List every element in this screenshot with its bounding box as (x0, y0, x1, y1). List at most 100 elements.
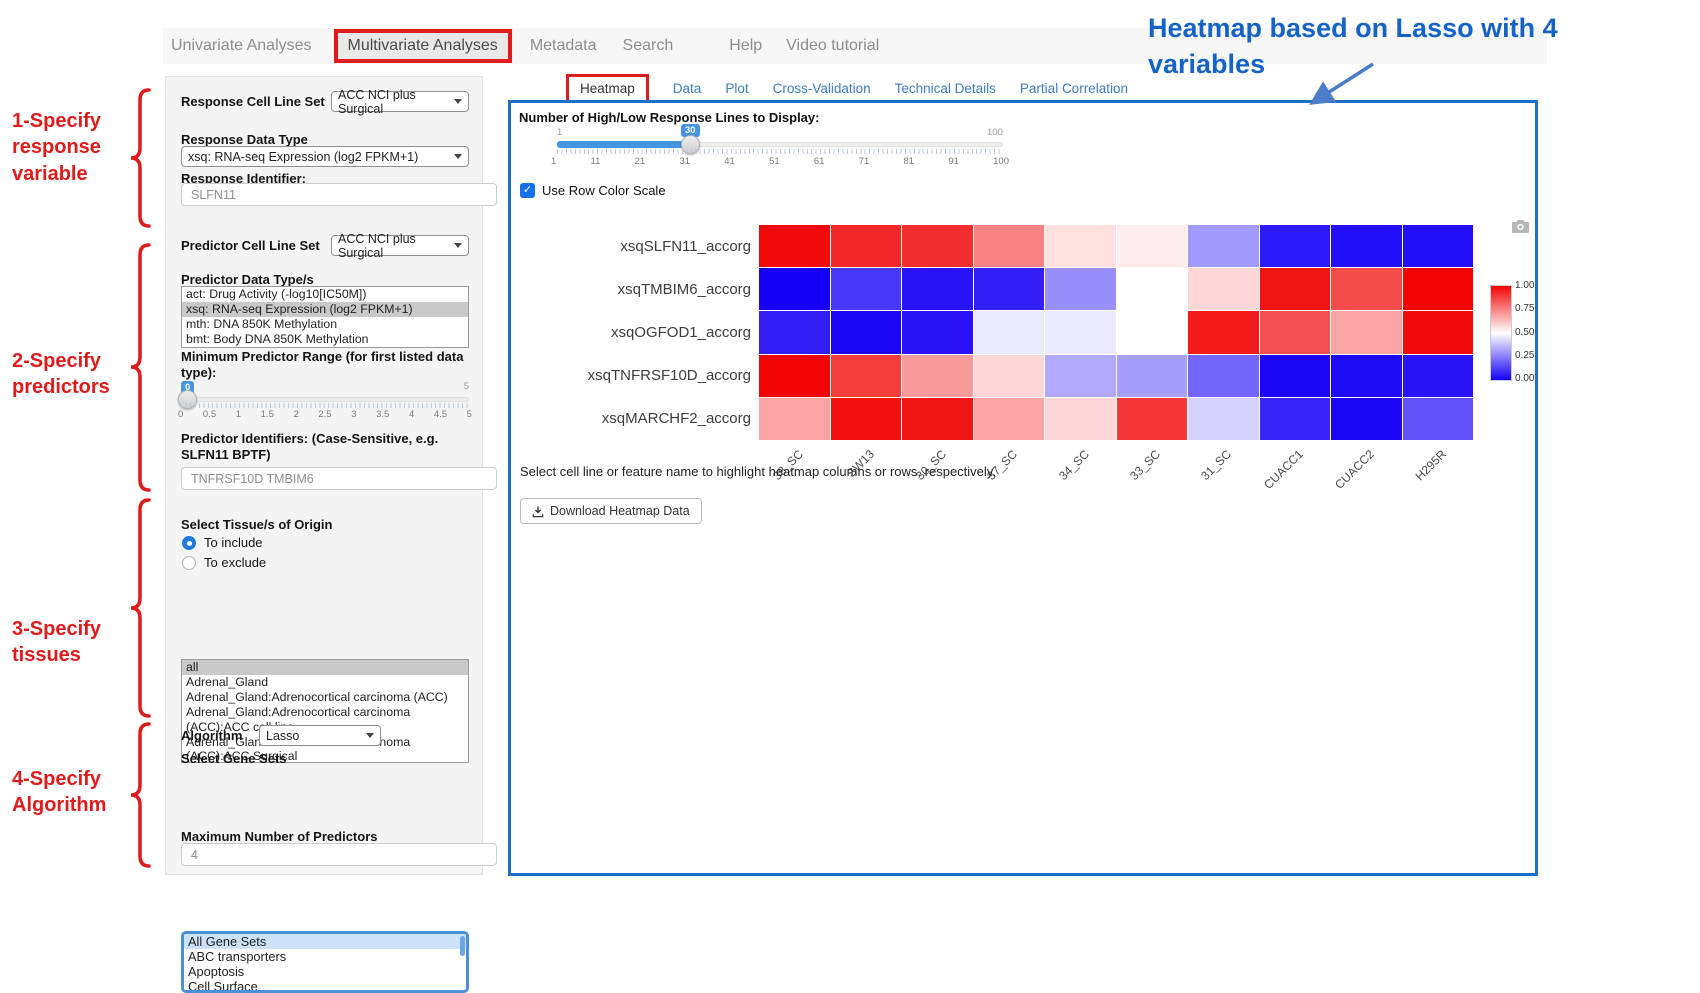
response-cell-line-set-select[interactable]: ACC NCI plus Surgical (331, 91, 469, 112)
heatmap-row-label[interactable]: xsqTNFRSF10D_accorg (529, 354, 751, 397)
heatmap-col-label[interactable]: H295R (1361, 447, 1449, 535)
heatmap-cell[interactable] (1403, 398, 1474, 440)
heatmap-cell[interactable] (1331, 225, 1402, 267)
heatmap-cell[interactable] (1403, 225, 1474, 267)
step-bracket (127, 498, 151, 718)
heatmap-cell[interactable] (831, 311, 902, 353)
heatmap-row-label[interactable]: xsqTMBIM6_accorg (529, 268, 751, 311)
predictor-identifiers-input[interactable] (181, 467, 497, 490)
camera-icon[interactable] (1511, 219, 1530, 234)
heatmap-cell[interactable] (1331, 311, 1402, 353)
list-item[interactable]: Cell Surface (184, 979, 466, 993)
heatmap-cell[interactable] (1188, 398, 1259, 440)
list-item[interactable]: xsq: RNA-seq Expression (log2 FPKM+1) (182, 302, 468, 317)
heatmap-cell[interactable] (1045, 268, 1116, 310)
predictor-cell-line-set-select[interactable]: ACC NCI plus Surgical (331, 235, 469, 256)
gene-sets-list: All Gene Sets ABC transporters Apoptosis… (181, 931, 469, 993)
heatmap-cell[interactable] (759, 225, 830, 267)
heatmap-cell[interactable] (1045, 311, 1116, 353)
slider-max-label: 100 (987, 127, 1003, 138)
heatmap-cell[interactable] (902, 311, 973, 353)
heatmap-cell[interactable] (902, 355, 973, 397)
radio-to-exclude-label[interactable]: To exclude (204, 555, 266, 570)
list-item[interactable]: mth: DNA 850K Methylation (182, 317, 468, 332)
heatmap-cell[interactable] (902, 398, 973, 440)
tab-cross-validation[interactable]: Cross-Validation (773, 81, 871, 96)
heatmap-row-label[interactable]: xsqOGFOD1_accorg (529, 311, 751, 354)
heatmap-cell[interactable] (1403, 355, 1474, 397)
download-heatmap-data-button[interactable]: Download Heatmap Data (520, 498, 702, 524)
heatmap-cell[interactable] (1117, 311, 1188, 353)
radio-to-include[interactable] (182, 536, 196, 550)
tab-technical-details[interactable]: Technical Details (895, 81, 996, 96)
heatmap-cell[interactable] (1045, 398, 1116, 440)
heatmap-cell[interactable] (831, 225, 902, 267)
nav-video-tutorial[interactable]: Video tutorial (786, 37, 879, 55)
list-item[interactable]: Adrenal_Gland:Adrenocortical carcinoma (… (182, 690, 468, 705)
nav-search[interactable]: Search (623, 37, 674, 55)
nav-multivariate-analyses[interactable]: Multivariate Analyses (334, 29, 512, 63)
heatmap-cell[interactable] (1403, 268, 1474, 310)
min-predictor-range-slider[interactable]: 0 5 00.511.522.533.544.55 (181, 381, 469, 421)
heatmap-cell[interactable] (974, 225, 1045, 267)
list-item[interactable]: act: Drug Activity (-log10[IC50M]) (182, 287, 468, 302)
heatmap-cell[interactable] (759, 355, 830, 397)
heatmap-cell[interactable] (1188, 355, 1259, 397)
heatmap-cell[interactable] (1117, 268, 1188, 310)
heatmap-cell[interactable] (1045, 355, 1116, 397)
radio-to-include-label[interactable]: To include (204, 535, 263, 550)
response-identifier-input[interactable] (181, 183, 497, 206)
heatmap-cell[interactable] (1117, 355, 1188, 397)
heatmap-cell[interactable] (831, 355, 902, 397)
heatmap-cell[interactable] (759, 268, 830, 310)
max-predictors-input[interactable] (181, 843, 497, 866)
heatmap-cell[interactable] (831, 268, 902, 310)
heatmap-row-label[interactable]: xsqMARCHF2_accorg (529, 397, 751, 440)
heatmap-cell[interactable] (1260, 268, 1331, 310)
heatmap-cell[interactable] (1260, 355, 1331, 397)
nav-univariate-analyses[interactable]: Univariate Analyses (171, 37, 312, 55)
nav-help[interactable]: Help (729, 37, 762, 55)
nav-metadata[interactable]: Metadata (530, 37, 597, 55)
list-item[interactable]: Apoptosis (184, 964, 466, 979)
heatmap-cell[interactable] (759, 398, 830, 440)
heatmap-cell[interactable] (1260, 225, 1331, 267)
tab-partial-correlation[interactable]: Partial Correlation (1020, 81, 1128, 96)
heatmap-cell[interactable] (1117, 225, 1188, 267)
heatmap-cell[interactable] (1403, 311, 1474, 353)
list-item[interactable]: Adrenal_Gland (182, 675, 468, 690)
heatmap-cell[interactable] (1331, 398, 1402, 440)
row-color-scale-checkbox[interactable]: ✓ (520, 183, 535, 198)
heatmap-cell[interactable] (1188, 225, 1259, 267)
list-item[interactable]: All Gene Sets (184, 934, 466, 949)
tab-heatmap[interactable]: Heatmap (566, 74, 649, 103)
heatmap-cell[interactable] (1045, 225, 1116, 267)
heatmap-row-label[interactable]: xsqSLFN11_accorg (529, 225, 751, 268)
heatmap-cell[interactable] (1117, 398, 1188, 440)
heatmap-cell[interactable] (831, 398, 902, 440)
heatmap-cell[interactable] (974, 268, 1045, 310)
heatmap-cell[interactable] (1260, 311, 1331, 353)
heatmap-cell[interactable] (759, 311, 830, 353)
response-data-type-select[interactable]: xsq: RNA-seq Expression (log2 FPKM+1) (181, 146, 469, 167)
heatmap-cell[interactable] (1331, 268, 1402, 310)
list-item[interactable]: all (182, 660, 468, 675)
annotation-step-3: 3-Specify tissues (12, 616, 130, 669)
heatmap-cell[interactable] (1331, 355, 1402, 397)
heatmap-cell[interactable] (974, 355, 1045, 397)
heatmap-cell[interactable] (902, 268, 973, 310)
radio-to-exclude[interactable] (182, 556, 196, 570)
heatmap-cell[interactable] (1188, 311, 1259, 353)
tab-data[interactable]: Data (673, 81, 702, 96)
row-color-scale-label: Use Row Color Scale (542, 183, 666, 198)
heatmap-cell[interactable] (974, 311, 1045, 353)
algorithm-select[interactable]: Lasso (259, 725, 381, 746)
heatmap-cell[interactable] (902, 225, 973, 267)
tab-plot[interactable]: Plot (725, 81, 748, 96)
heatmap-cell[interactable] (1260, 398, 1331, 440)
list-item[interactable]: bmt: Body DNA 850K Methylation (182, 332, 468, 347)
list-item[interactable]: ABC transporters (184, 949, 466, 964)
scrollbar[interactable] (460, 936, 465, 956)
heatmap-cell[interactable] (974, 398, 1045, 440)
heatmap-cell[interactable] (1188, 268, 1259, 310)
